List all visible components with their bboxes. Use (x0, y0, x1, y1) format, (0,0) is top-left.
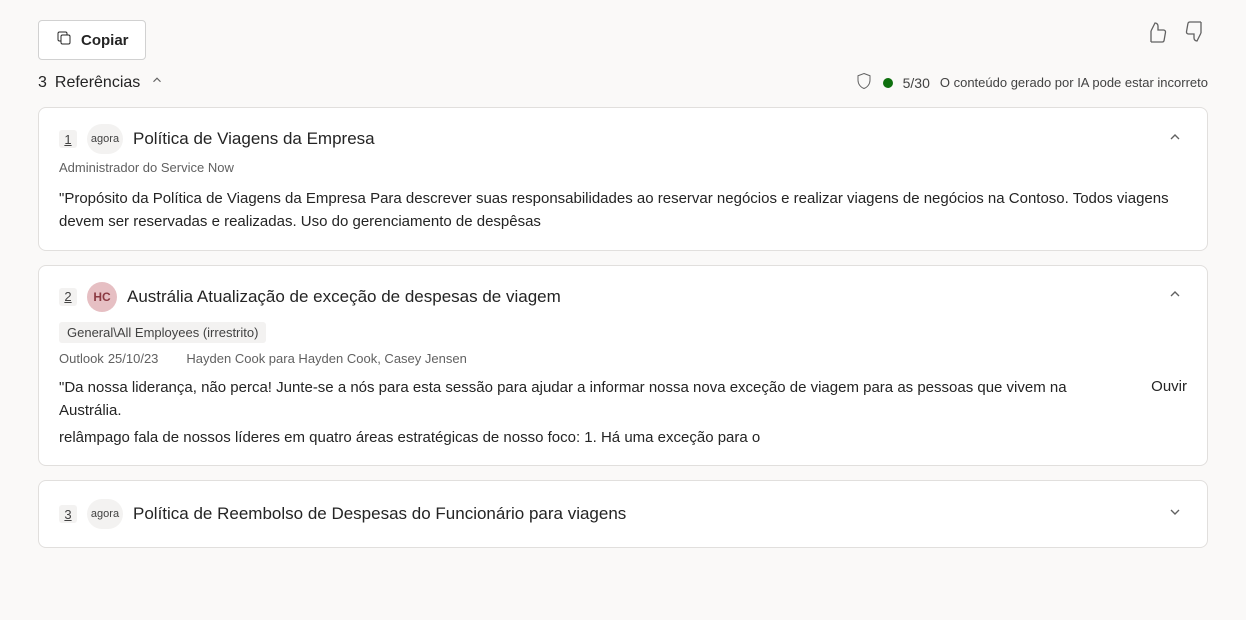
reference-body-line2: relâmpago fala de nossos líderes em quat… (59, 426, 1187, 449)
copy-icon (55, 29, 73, 51)
reference-index: 1 (59, 130, 77, 148)
chevron-up-icon[interactable] (1163, 282, 1187, 311)
thumbs-up-icon[interactable] (1144, 20, 1168, 49)
listen-link[interactable]: Ouvir (1151, 376, 1187, 395)
reference-card: 3 agora Política de Reembolso de Despesa… (38, 480, 1208, 548)
thumbs-down-icon[interactable] (1184, 20, 1208, 49)
chevron-up-icon[interactable] (1163, 125, 1187, 154)
reference-meta-date: 25/10/23 (108, 351, 159, 366)
reference-header-left[interactable]: 3 agora Política de Reembolso de Despesa… (59, 499, 1151, 529)
reference-card: 2 HC Austrália Atualização de exceção de… (38, 265, 1208, 467)
reference-body: "Propósito da Política de Viagens da Emp… (59, 187, 1187, 234)
reference-subheader: Administrador do Service Now (59, 160, 1187, 175)
status-row: 3 Referências 5/30 O conteúdo gerado por… (38, 72, 1208, 93)
reference-body: "Da nossa liderança, não perca! Junte-se… (59, 376, 1131, 423)
status-dot-icon (883, 78, 893, 88)
reference-card: 1 agora Política de Viagens da Empresa A… (38, 107, 1208, 251)
reference-header-left[interactable]: 2 HC Austrália Atualização de exceção de… (59, 282, 1151, 312)
reference-title: Austrália Atualização de exceção de desp… (127, 287, 561, 307)
feedback-group (1144, 20, 1208, 49)
copy-button-label: Copiar (81, 32, 129, 49)
reference-meta-from: Hayden Cook para Hayden Cook, Casey Jens… (186, 351, 466, 366)
references-toggle[interactable]: 3 Referências (38, 73, 164, 92)
ai-disclaimer: O conteúdo gerado por IA pode estar inco… (940, 75, 1208, 90)
shield-icon (855, 72, 873, 93)
reference-index: 2 (59, 288, 77, 306)
main-panel: Copiar 3 Referências 5/30 O conteúdo ger (20, 20, 1226, 566)
reference-title: Política de Reembolso de Despesas do Fun… (133, 504, 626, 524)
reference-header: 3 agora Política de Reembolso de Despesa… (59, 499, 1187, 529)
reference-tag: General\All Employees (irrestrito) (59, 322, 266, 343)
references-label: Referências (55, 74, 140, 92)
references-count: 3 (38, 74, 47, 92)
reference-meta-app: Outlook (59, 351, 104, 366)
references-list: 1 agora Política de Viagens da Empresa A… (38, 107, 1208, 548)
reference-index: 3 (59, 505, 77, 523)
status-right: 5/30 O conteúdo gerado por IA pode estar… (855, 72, 1208, 93)
reference-header-left[interactable]: 1 agora Política de Viagens da Empresa (59, 124, 1151, 154)
reference-header: 2 HC Austrália Atualização de exceção de… (59, 282, 1187, 312)
copy-button[interactable]: Copiar (38, 20, 146, 60)
reference-source-avatar: HC (87, 282, 117, 312)
chevron-up-icon (144, 73, 164, 92)
chevron-down-icon[interactable] (1163, 500, 1187, 529)
reference-source-badge: agora (87, 124, 123, 154)
status-counter: 5/30 (903, 75, 930, 91)
reference-header: 1 agora Política de Viagens da Empresa (59, 124, 1187, 154)
reference-meta: Outlook 25/10/23 Hayden Cook para Hayden… (59, 351, 1187, 366)
reference-body-row: "Da nossa liderança, não perca! Junte-se… (59, 376, 1187, 423)
reference-source-badge: agora (87, 499, 123, 529)
toolbar: Copiar (38, 20, 1208, 60)
reference-title: Política de Viagens da Empresa (133, 129, 375, 149)
